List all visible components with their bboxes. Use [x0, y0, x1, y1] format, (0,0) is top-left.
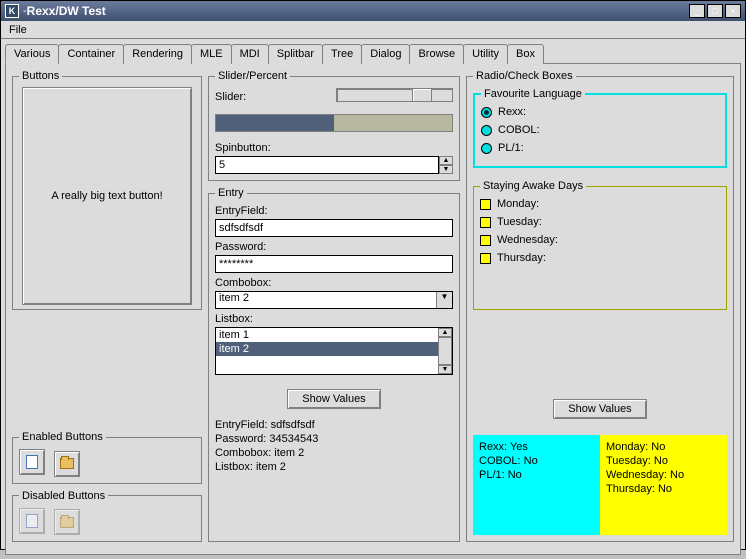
- listbox-label: Listbox:: [215, 313, 453, 325]
- tab-browse[interactable]: Browse: [409, 44, 464, 64]
- spin-input[interactable]: [215, 156, 439, 174]
- folder-icon: [60, 517, 74, 528]
- listbox[interactable]: item 1 item 2 ▲ ▼: [215, 327, 453, 375]
- check-wednesday[interactable]: Wednesday:: [480, 234, 720, 246]
- buttons-group: Buttons A really big text button!: [12, 70, 202, 310]
- scroll-up-icon[interactable]: ▲: [438, 328, 452, 337]
- main-window: K - Rexx/DW Test _ □ × File Various Cont…: [0, 0, 746, 550]
- disabled-buttons-legend: Disabled Buttons: [19, 490, 108, 502]
- scroll-down-icon[interactable]: ▼: [438, 365, 452, 374]
- check-thursday[interactable]: Thursday:: [480, 252, 720, 264]
- combo-label: Combobox:: [215, 277, 453, 289]
- show-values-button-radio[interactable]: Show Values: [553, 399, 646, 419]
- days-results-box: Monday: No Tuesday: No Wednesday: No Thu…: [600, 435, 727, 535]
- staying-awake-legend: Staying Awake Days: [480, 180, 586, 192]
- document-icon: [26, 455, 38, 469]
- radio-cobol[interactable]: COBOL:: [481, 124, 719, 136]
- checkbox-icon: [480, 253, 491, 264]
- radio-icon: [481, 107, 492, 118]
- radio-icon: [481, 125, 492, 136]
- slider-thumb[interactable]: [412, 88, 432, 102]
- slider-group: Slider/Percent Slider: Spinbutton:: [208, 70, 460, 181]
- tab-panel: Buttons A really big text button! Enable…: [5, 63, 741, 555]
- tab-mdi[interactable]: MDI: [231, 44, 269, 64]
- close-button[interactable]: ×: [725, 4, 741, 18]
- radio-results: Rexx: Yes COBOL: No PL/1: No Monday: No …: [473, 435, 727, 535]
- combobox[interactable]: item 2 ▼: [215, 291, 453, 309]
- tab-dialog[interactable]: Dialog: [361, 44, 410, 64]
- radio-pl1[interactable]: PL/1:: [481, 142, 719, 154]
- menubar: File: [1, 21, 745, 39]
- staying-awake-group: Staying Awake Days Monday: Tuesday: Wedn…: [473, 180, 727, 310]
- disabled-doc-button: [19, 508, 45, 534]
- big-text-button[interactable]: A really big text button!: [22, 87, 192, 305]
- entryfield-label: EntryField:: [215, 205, 453, 217]
- entry-legend: Entry: [215, 187, 247, 199]
- spin-down-button[interactable]: ▼: [439, 165, 453, 174]
- list-item[interactable]: item 2: [216, 342, 438, 356]
- chevron-down-icon[interactable]: ▼: [436, 292, 452, 308]
- checkbox-icon: [480, 199, 491, 210]
- check-monday[interactable]: Monday:: [480, 198, 720, 210]
- checkbox-icon: [480, 217, 491, 228]
- slider-label: Slider:: [215, 91, 330, 103]
- slider-control[interactable]: [336, 88, 453, 102]
- radio-icon: [481, 143, 492, 154]
- tab-various[interactable]: Various: [5, 44, 59, 64]
- favourite-language-group: Favourite Language Rexx: COBOL: PL/1:: [473, 88, 727, 168]
- entry-summary: EntryField: sdfsdfsdf Password: 34534543…: [215, 419, 453, 475]
- tab-splitbar[interactable]: Splitbar: [268, 44, 323, 64]
- progress-bar: [215, 114, 453, 132]
- tab-container[interactable]: Container: [58, 44, 124, 64]
- window-title: Rexx/DW Test: [27, 4, 689, 18]
- list-item[interactable]: item 1: [216, 328, 438, 342]
- tab-box[interactable]: Box: [507, 44, 544, 64]
- enabled-folder-button[interactable]: [54, 451, 80, 477]
- enabled-buttons-group: Enabled Buttons: [12, 431, 202, 484]
- titlebar: K - Rexx/DW Test _ □ ×: [1, 1, 745, 21]
- tab-rendering[interactable]: Rendering: [123, 44, 192, 64]
- favourite-language-legend: Favourite Language: [481, 88, 585, 100]
- radio-check-group: Radio/Check Boxes Favourite Language Rex…: [466, 70, 734, 542]
- check-tuesday[interactable]: Tuesday:: [480, 216, 720, 228]
- disabled-buttons-group: Disabled Buttons: [12, 490, 202, 543]
- enabled-buttons-legend: Enabled Buttons: [19, 431, 106, 443]
- menu-file[interactable]: File: [1, 24, 35, 36]
- radio-rexx[interactable]: Rexx:: [481, 106, 719, 118]
- enabled-doc-button[interactable]: [19, 449, 45, 475]
- listbox-scrollbar[interactable]: ▲ ▼: [438, 328, 452, 374]
- password-label: Password:: [215, 241, 453, 253]
- checkbox-icon: [480, 235, 491, 246]
- disabled-folder-button: [54, 509, 80, 535]
- tab-utility[interactable]: Utility: [463, 44, 508, 64]
- radio-check-legend: Radio/Check Boxes: [473, 70, 576, 82]
- app-icon: K: [5, 4, 19, 18]
- spin-up-button[interactable]: ▲: [439, 156, 453, 165]
- spin-label: Spinbutton:: [215, 142, 453, 154]
- slider-legend: Slider/Percent: [215, 70, 290, 82]
- entryfield-input[interactable]: [215, 219, 453, 237]
- buttons-legend: Buttons: [19, 70, 62, 82]
- show-values-button[interactable]: Show Values: [287, 389, 380, 409]
- maximize-button[interactable]: □: [707, 4, 723, 18]
- document-icon: [26, 514, 38, 528]
- entry-group: Entry EntryField: Password: Combobox: it…: [208, 187, 460, 542]
- minimize-button[interactable]: _: [689, 4, 705, 18]
- tab-mle[interactable]: MLE: [191, 44, 232, 64]
- tab-row: Various Container Rendering MLE MDI Spli…: [5, 43, 741, 63]
- tab-tree[interactable]: Tree: [322, 44, 362, 64]
- lang-results-box: Rexx: Yes COBOL: No PL/1: No: [473, 435, 600, 535]
- folder-icon: [60, 458, 74, 469]
- combobox-value: item 2: [216, 292, 436, 308]
- password-input[interactable]: [215, 255, 453, 273]
